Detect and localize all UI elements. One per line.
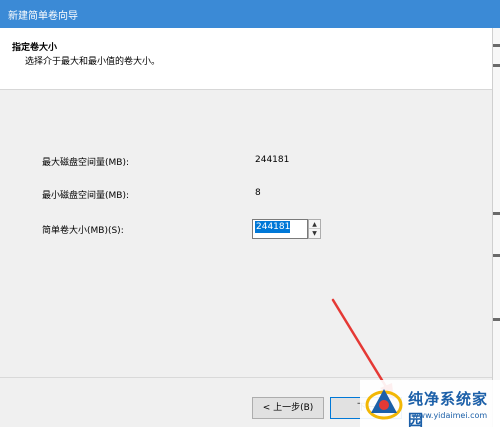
min-size-label: 最小磁盘空间量(MB): — [42, 191, 129, 201]
watermark-url: www.yidaimei.com — [412, 411, 488, 420]
watermark: 纯净系统家园 www.yidaimei.com — [360, 380, 500, 427]
edge-mark — [493, 254, 500, 257]
spin-up-icon[interactable]: ▲ — [309, 220, 320, 229]
edge-mark — [493, 44, 500, 47]
title-bar: 新建简单卷向导 — [0, 0, 500, 28]
background-window-edge — [492, 28, 500, 427]
wizard-header: 指定卷大小 选择介于最大和最小值的卷大小。 — [0, 28, 492, 90]
edge-mark — [493, 212, 500, 215]
volume-size-spinner[interactable]: ▲ ▼ — [308, 219, 321, 239]
edge-mark — [493, 318, 500, 321]
max-size-label: 最大磁盘空间量(MB): — [42, 158, 129, 168]
edge-mark — [493, 64, 500, 67]
wizard-content: 最大磁盘空间量(MB): 244181 最小磁盘空间量(MB): 8 简单卷大小… — [0, 90, 492, 377]
watermark-logo-icon — [365, 389, 403, 420]
back-button[interactable]: < 上一步(B) — [252, 397, 324, 419]
volume-size-input[interactable]: 244181 — [252, 219, 308, 239]
watermark-title: 纯净系统家园 — [408, 390, 489, 427]
min-size-value: 8 — [255, 188, 261, 198]
window-title: 新建简单卷向导 — [8, 11, 78, 22]
spin-down-icon[interactable]: ▼ — [309, 229, 320, 238]
volume-size-label: 简单卷大小(MB)(S): — [42, 226, 124, 236]
max-size-value: 244181 — [255, 155, 290, 165]
page-title: 指定卷大小 — [12, 43, 58, 53]
volume-size-selected-text: 244181 — [255, 221, 291, 233]
page-subtitle: 选择介于最大和最小值的卷大小。 — [25, 57, 161, 67]
